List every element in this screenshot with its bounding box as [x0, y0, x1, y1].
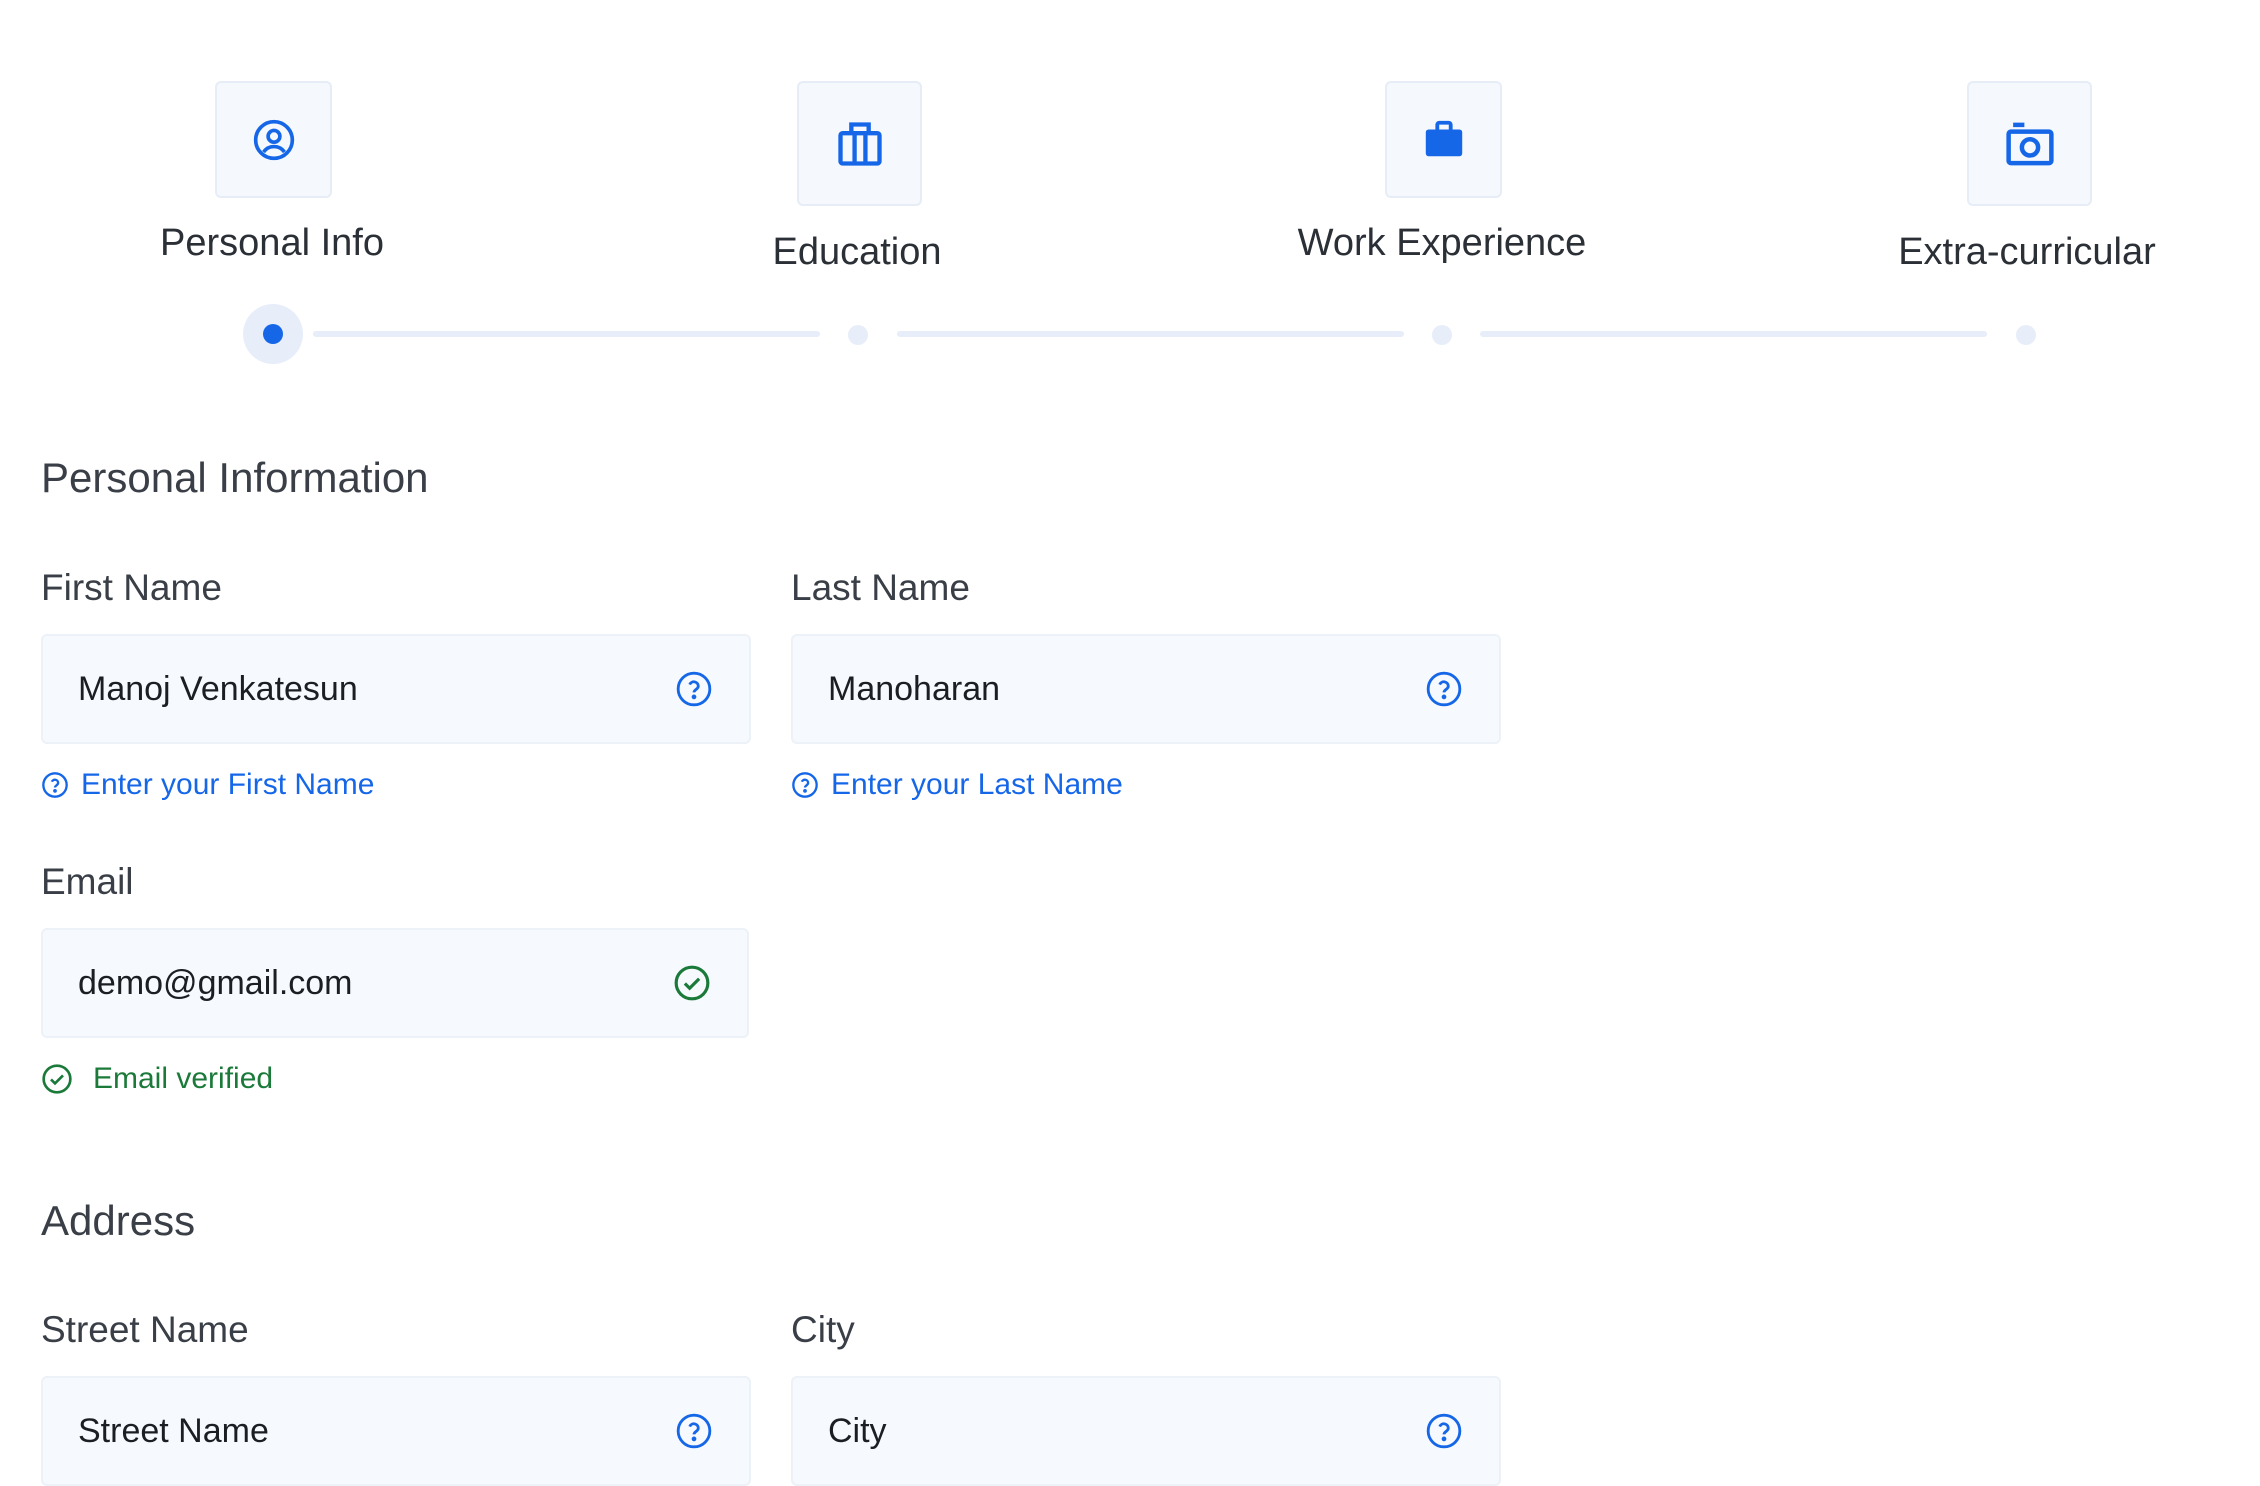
help-circle-icon[interactable] [675, 1412, 713, 1450]
email-value: demo@gmail.com [78, 963, 353, 1002]
help-circle-icon[interactable] [1425, 670, 1463, 708]
check-circle-icon [674, 965, 710, 1001]
city-field[interactable]: City [791, 1376, 1501, 1486]
user-circle-icon [253, 119, 294, 160]
help-circle-icon [792, 772, 818, 798]
check-circle-icon [42, 1064, 72, 1094]
first-name-label: First Name [41, 567, 222, 608]
step-extra-curricular-button[interactable] [1967, 81, 2092, 206]
section-title-address: Address [41, 1197, 196, 1244]
first-name-field[interactable]: Manoj Venkatesun [41, 634, 751, 744]
last-name-label: Last Name [791, 567, 970, 608]
first-name-helper: Enter your First Name [41, 768, 374, 802]
help-circle-icon[interactable] [675, 670, 713, 708]
step-personal-info-button[interactable] [215, 81, 332, 198]
city-placeholder: City [828, 1411, 887, 1450]
help-circle-icon [42, 772, 68, 798]
last-name-field[interactable]: Manoharan [791, 634, 1501, 744]
progress-track [897, 331, 1404, 337]
last-name-helper: Enter your Last Name [791, 768, 1123, 802]
step-label-personal-info: Personal Info [160, 222, 384, 264]
last-name-value: Manoharan [828, 669, 1001, 708]
step-label-work-experience: Work Experience [1297, 222, 1587, 264]
first-name-value: Manoj Venkatesun [78, 669, 358, 708]
street-name-placeholder: Street Name [78, 1411, 269, 1450]
email-label: Email [41, 861, 134, 902]
step-indicator [848, 325, 868, 345]
progress-track [313, 331, 820, 337]
help-circle-icon[interactable] [1425, 1412, 1463, 1450]
email-field[interactable]: demo@gmail.com [41, 928, 749, 1038]
step-indicator [1432, 325, 1452, 345]
email-helper-text: Email verified [93, 1062, 274, 1095]
section-title-personal-information: Personal Information [41, 454, 429, 501]
step-work-experience-button[interactable] [1385, 81, 1502, 198]
step-label-education: Education [772, 231, 942, 273]
building-icon [837, 121, 882, 166]
last-name-helper-text: Enter your Last Name [831, 768, 1123, 801]
briefcase-icon [1425, 120, 1462, 156]
email-helper: Email verified [41, 1062, 273, 1096]
step-education-button[interactable] [797, 81, 922, 206]
step-indicator-active [243, 304, 303, 364]
step-indicator [2016, 325, 2036, 345]
street-name-field[interactable]: Street Name [41, 1376, 751, 1486]
camera-icon [2005, 122, 2054, 165]
step-label-extra-curricular: Extra-curricular [1898, 231, 2156, 273]
city-label: City [791, 1309, 855, 1350]
street-name-label: Street Name [41, 1309, 249, 1350]
first-name-helper-text: Enter your First Name [81, 768, 375, 801]
progress-track [1480, 331, 1987, 337]
